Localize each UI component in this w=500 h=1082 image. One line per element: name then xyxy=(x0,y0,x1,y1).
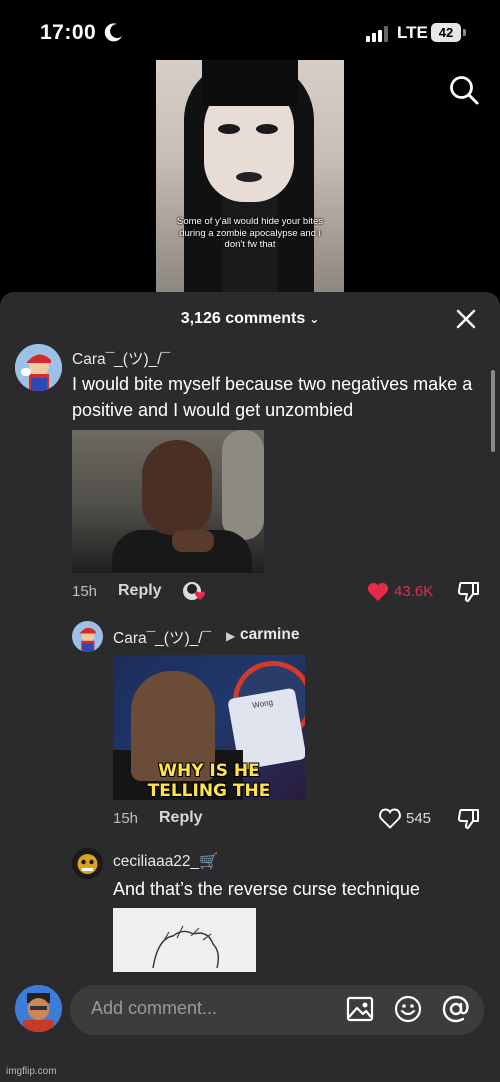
comment-input-placeholder[interactable]: Add comment... xyxy=(91,998,217,1019)
comment-image[interactable] xyxy=(72,430,264,573)
image-car-seat xyxy=(222,430,264,540)
image-figure-hand xyxy=(172,530,214,552)
signal-icon xyxy=(366,26,388,42)
user-avatar-icon xyxy=(15,985,62,1032)
status-time: 17:00 xyxy=(40,21,97,44)
mention-icon[interactable] xyxy=(442,995,470,1023)
watermark: imgflip.com xyxy=(6,1066,57,1077)
reply-image[interactable]: Wong WHY IS HE TELLING THE TRUTH? xyxy=(113,655,305,800)
image-icon[interactable] xyxy=(346,995,374,1023)
image-figure-head xyxy=(142,440,212,535)
comment-username[interactable]: Cara¯_(ツ)_/¯ xyxy=(72,347,170,369)
comments-sheet: 3,126 comments ⌄ Cara¯_(ツ)_/¯ I would bit… xyxy=(0,292,500,1082)
reply-arrow-icon: ▶ xyxy=(226,629,236,643)
reply-username[interactable]: ceciliaaa22_🛒 xyxy=(113,852,218,871)
image-phone-label: Wong xyxy=(251,697,274,711)
heart-filled-icon[interactable] xyxy=(367,582,389,602)
scrollbar[interactable] xyxy=(491,370,495,452)
mario-avatar-icon xyxy=(72,621,103,652)
avatar[interactable] xyxy=(15,344,62,391)
search-icon[interactable] xyxy=(448,74,480,106)
video-caption: Some of y'all would hide your bites duri… xyxy=(177,216,323,250)
reply-button[interactable]: Reply xyxy=(159,809,203,827)
chevron-down-icon[interactable]: ⌄ xyxy=(309,312,319,326)
dislike-icon[interactable] xyxy=(457,581,481,603)
avatar[interactable] xyxy=(72,621,103,652)
mario-avatar-icon xyxy=(15,344,62,391)
image-banner-text: WHY IS HE TELLING THE TRUTH? xyxy=(113,761,305,800)
creator-liked-icon xyxy=(183,582,205,600)
video-preview[interactable]: Some of y'all would hide your bites duri… xyxy=(156,60,344,296)
network-label: LTE xyxy=(397,23,428,42)
reply-time: 15h xyxy=(113,810,139,827)
dislike-icon[interactable] xyxy=(457,808,481,830)
reply-image[interactable] xyxy=(113,908,256,978)
video-figure-lips xyxy=(236,172,262,182)
heart-outline-icon[interactable] xyxy=(378,808,402,829)
image-banner-line1: WHY IS HE xyxy=(158,761,260,781)
battery-indicator: 42 xyxy=(431,23,461,42)
avatar[interactable] xyxy=(15,985,62,1032)
battery-tip xyxy=(463,29,466,36)
reply-button[interactable]: Reply xyxy=(118,582,162,600)
moon-icon xyxy=(104,23,122,42)
sketch-drawing xyxy=(152,925,220,969)
status-bar: 17:00 LTE 42 xyxy=(0,0,500,60)
comment-time: 15h xyxy=(72,583,98,600)
emoji-icon[interactable] xyxy=(394,995,422,1023)
reply-text: And that’s the reverse curse technique xyxy=(113,879,420,899)
video-figure-eye xyxy=(218,124,240,134)
video-figure-bangs xyxy=(202,60,298,106)
avatar[interactable] xyxy=(72,848,103,879)
video-figure-eye xyxy=(256,124,278,134)
reply-target-username[interactable]: carmine xyxy=(240,626,299,644)
comments-count: 3,126 comments xyxy=(180,310,306,327)
comments-header[interactable]: 3,126 comments ⌄ xyxy=(0,310,500,328)
like-count: 43.6K xyxy=(394,583,434,600)
close-icon[interactable] xyxy=(455,308,477,330)
comment-text: I would bite myself because two negative… xyxy=(72,374,473,420)
like-count: 545 xyxy=(406,810,432,827)
image-banner-line2: TELLING THE TRUTH? xyxy=(147,781,271,800)
reply-username[interactable]: Cara¯_(ツ)_/¯ xyxy=(113,626,211,648)
character-avatar-icon xyxy=(72,848,103,879)
